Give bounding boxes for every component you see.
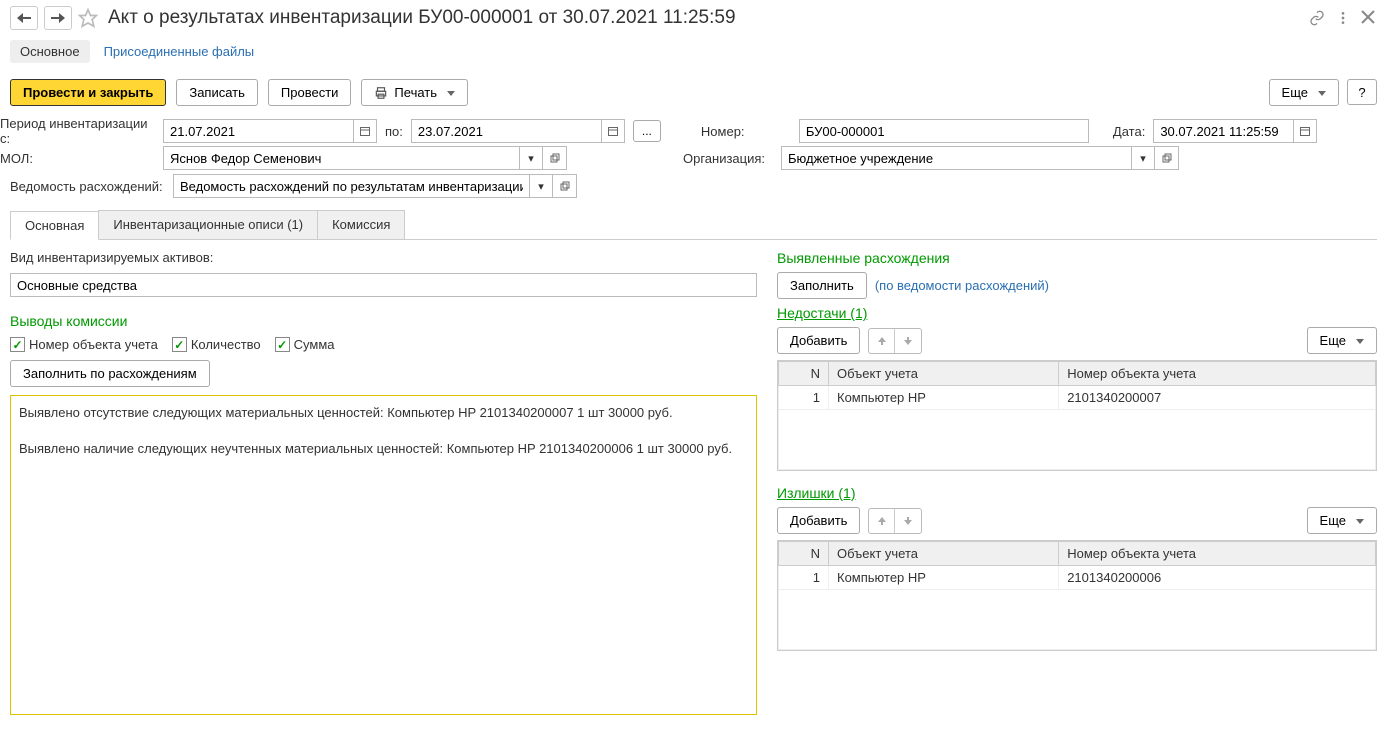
post-button[interactable]: Провести: [268, 79, 352, 106]
check-object-number[interactable]: ✓Номер объекта учета: [10, 337, 158, 352]
shortages-table: N Объект учета Номер объекта учета 1 Ком…: [778, 361, 1376, 470]
add-surplus-button[interactable]: Добавить: [777, 507, 860, 534]
caret-down-icon: [443, 85, 455, 100]
favorite-star-icon[interactable]: [78, 8, 98, 28]
col-object-number: Номер объекта учета: [1059, 542, 1376, 566]
dropdown-icon[interactable]: ▾: [519, 146, 543, 170]
surplus-table: N Объект учета Номер объекта учета 1 Ком…: [778, 541, 1376, 650]
print-button[interactable]: Печать: [361, 79, 468, 106]
disc-label: Ведомость расхождений:: [10, 179, 165, 194]
to-label: по:: [385, 124, 403, 139]
calendar-icon[interactable]: [353, 119, 377, 143]
page-title: Акт о результатах инвентаризации БУ00-00…: [108, 7, 1303, 29]
dropdown-icon[interactable]: ▾: [1131, 146, 1155, 170]
move-up-icon[interactable]: [869, 329, 895, 353]
fill-by-disc-button[interactable]: Заполнить по расхождениям: [10, 360, 210, 387]
move-down-icon[interactable]: [895, 329, 921, 353]
col-n: N: [779, 362, 829, 386]
save-button[interactable]: Записать: [176, 79, 258, 106]
date-input[interactable]: [1153, 119, 1293, 143]
caret-down-icon: [1352, 513, 1364, 528]
col-n: N: [779, 542, 829, 566]
open-ref-icon[interactable]: [553, 174, 577, 198]
col-object-number: Номер объекта учета: [1059, 362, 1376, 386]
col-object: Объект учета: [829, 362, 1059, 386]
toplink-main[interactable]: Основное: [10, 40, 90, 63]
discrepancies-title: Выявленные расхождения: [777, 250, 1377, 266]
shortages-link[interactable]: Недостачи (1): [777, 305, 1377, 321]
toplink-attached[interactable]: Присоединенные файлы: [104, 44, 255, 59]
tab-commission[interactable]: Комиссия: [317, 210, 405, 239]
check-sum[interactable]: ✓Сумма: [275, 337, 335, 352]
move-down-icon[interactable]: [895, 509, 921, 533]
date-to-input[interactable]: [411, 119, 601, 143]
period-picker-button[interactable]: ...: [633, 120, 661, 142]
surplus-more-button[interactable]: Еще: [1307, 507, 1377, 534]
tab-inventory-lists[interactable]: Инвентаризационные описи (1): [98, 210, 318, 239]
more-vertical-icon[interactable]: [1335, 10, 1351, 26]
open-ref-icon[interactable]: [543, 146, 567, 170]
close-icon[interactable]: [1361, 10, 1377, 26]
link-icon[interactable]: [1309, 10, 1325, 26]
open-ref-icon[interactable]: [1155, 146, 1179, 170]
mol-label: МОЛ:: [0, 151, 155, 166]
org-label: Организация:: [683, 151, 773, 166]
forward-button[interactable]: [44, 6, 72, 30]
conclusions-title: Выводы комиссии: [10, 313, 757, 329]
org-input[interactable]: [781, 146, 1131, 170]
dropdown-icon[interactable]: ▾: [529, 174, 553, 198]
post-close-button[interactable]: Провести и закрыть: [10, 79, 166, 106]
back-button[interactable]: [10, 6, 38, 30]
mol-input[interactable]: [163, 146, 519, 170]
shortages-more-button[interactable]: Еще: [1307, 327, 1377, 354]
col-object: Объект учета: [829, 542, 1059, 566]
asset-type-input[interactable]: [10, 273, 757, 297]
add-shortage-button[interactable]: Добавить: [777, 327, 860, 354]
date-from-input[interactable]: [163, 119, 353, 143]
help-button[interactable]: ?: [1347, 79, 1377, 105]
caret-down-icon: [1352, 333, 1364, 348]
calendar-icon[interactable]: [1293, 119, 1317, 143]
caret-down-icon: [1314, 85, 1326, 100]
more-button[interactable]: Еще: [1269, 79, 1339, 106]
arrow-right-icon: [51, 13, 65, 23]
move-up-icon[interactable]: [869, 509, 895, 533]
conclusions-textarea[interactable]: Выявлено отсутствие следующих материальн…: [10, 395, 757, 715]
printer-icon: [374, 86, 388, 100]
check-quantity[interactable]: ✓Количество: [172, 337, 261, 352]
asset-type-label: Вид инвентаризируемых активов:: [10, 250, 757, 265]
calendar-icon[interactable]: [601, 119, 625, 143]
disc-input[interactable]: [173, 174, 529, 198]
date-label: Дата:: [1113, 124, 1145, 139]
surplus-link[interactable]: Излишки (1): [777, 485, 1377, 501]
period-label: Период инвентаризации с:: [0, 116, 155, 146]
number-label: Номер:: [701, 124, 791, 139]
tab-main[interactable]: Основная: [10, 211, 99, 240]
table-row[interactable]: 1 Компьютер HP 2101340200007: [779, 386, 1376, 410]
by-disc-link[interactable]: (по ведомости расхождений): [875, 278, 1049, 293]
arrow-left-icon: [17, 13, 31, 23]
number-input[interactable]: [799, 119, 1089, 143]
table-row[interactable]: 1 Компьютер HP 2101340200006: [779, 566, 1376, 590]
fill-button[interactable]: Заполнить: [777, 272, 867, 299]
